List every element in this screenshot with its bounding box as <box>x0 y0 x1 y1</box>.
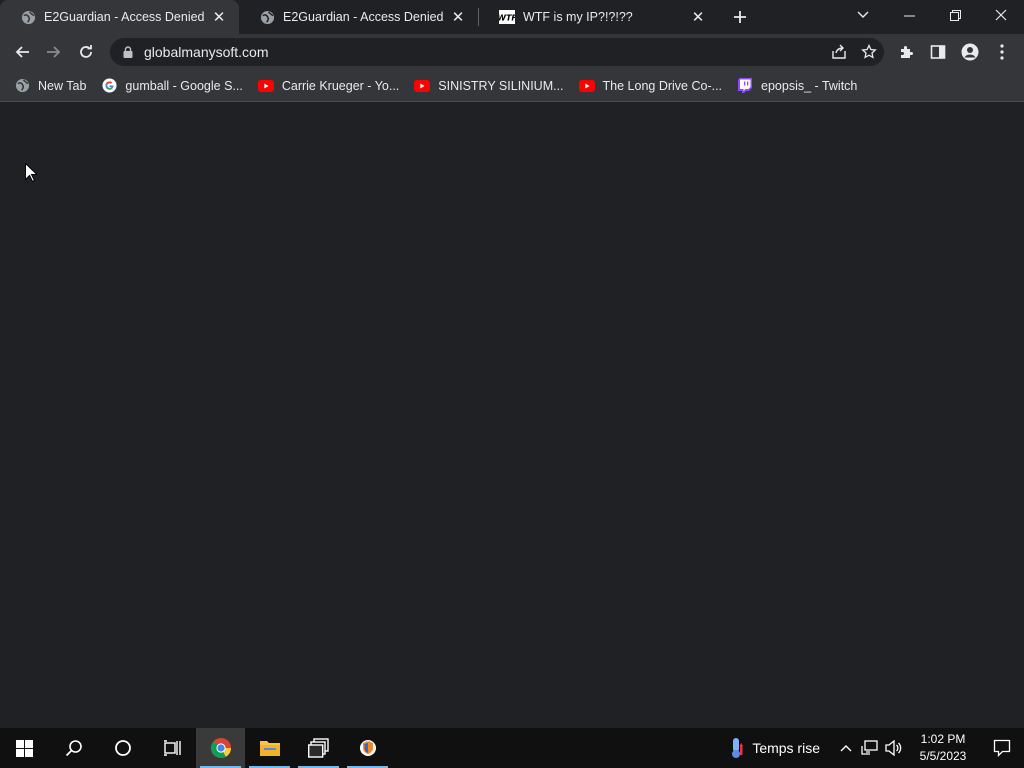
chevron-up-icon <box>840 745 852 752</box>
taskbar-file-explorer[interactable] <box>245 728 294 768</box>
tab-strip: E2Guardian - Access Denied ✕ E2Guardian … <box>0 0 1024 34</box>
close-icon[interactable]: ✕ <box>211 9 227 26</box>
address-bar[interactable]: globalmanysoft.com <box>110 38 884 66</box>
reload-icon <box>80 45 92 58</box>
chevron-down-icon <box>857 11 869 18</box>
bookmark-label: The Long Drive Co-... <box>602 78 723 93</box>
bookmark-label: gumball - Google S... <box>125 78 243 93</box>
bookmark-label: SINISTRY SILINIUM... <box>438 78 564 93</box>
folder-icon <box>259 741 280 756</box>
lock-icon[interactable] <box>120 44 136 60</box>
bookmark-epopsis-twitch[interactable]: epopsis_ - Twitch <box>731 73 865 99</box>
bookmark-new-tab[interactable]: New Tab <box>8 73 94 99</box>
forward-arrow-icon <box>47 46 61 58</box>
taskbar: Temps rise 1:02 PM 5/5/2023 <box>0 728 1024 768</box>
taskbar-chrome[interactable] <box>196 728 245 768</box>
kebab-menu-icon <box>1000 44 1004 60</box>
new-tab-button[interactable] <box>726 3 754 31</box>
clock[interactable]: 1:02 PM 5/5/2023 <box>906 731 980 765</box>
volume-button[interactable] <box>882 728 906 768</box>
share-icon[interactable] <box>824 38 854 66</box>
bookmark-carrie-krueger[interactable]: Carrie Krueger - Yo... <box>252 73 407 99</box>
close-icon[interactable]: ✕ <box>450 9 466 26</box>
tab-search-button[interactable] <box>850 4 876 26</box>
menu-button[interactable] <box>986 36 1018 68</box>
windows-stack-icon <box>307 738 329 758</box>
notification-center-button[interactable] <box>980 728 1024 768</box>
forward-button[interactable] <box>38 36 70 68</box>
task-view-icon <box>163 740 181 756</box>
taskbar-app-shield[interactable] <box>343 728 392 768</box>
youtube-icon <box>578 78 595 94</box>
back-button[interactable] <box>6 36 38 68</box>
tab-0[interactable]: E2Guardian - Access Denied ✕ <box>0 0 239 34</box>
window-controls <box>886 0 1024 30</box>
chrome-icon <box>210 738 231 759</box>
reload-button[interactable] <box>70 36 102 68</box>
svg-text:WTF: WTF <box>499 14 515 23</box>
weather-widget[interactable]: Temps rise <box>730 737 820 759</box>
speaker-icon <box>885 740 902 756</box>
thermometer-icon <box>732 738 744 758</box>
tab-title: E2Guardian - Access Denied <box>44 10 205 24</box>
bookmark-long-drive[interactable]: The Long Drive Co-... <box>573 73 731 99</box>
close-icon[interactable]: ✕ <box>690 9 706 26</box>
search-button[interactable] <box>49 728 98 768</box>
bookmark-label: epopsis_ - Twitch <box>761 78 858 93</box>
shield-app-icon <box>359 740 376 756</box>
tab-title: E2Guardian - Access Denied <box>283 10 444 24</box>
mouse-cursor-icon <box>25 162 39 185</box>
restore-button[interactable] <box>932 0 978 30</box>
youtube-icon <box>257 78 274 94</box>
system-tray: Temps rise 1:02 PM 5/5/2023 <box>730 728 1024 768</box>
cortana-icon <box>114 740 131 756</box>
puzzle-icon <box>901 46 913 58</box>
task-view-button[interactable] <box>147 728 196 768</box>
search-icon <box>65 740 82 757</box>
windows-logo-icon <box>16 739 33 757</box>
twitch-icon <box>737 78 753 94</box>
bookmark-gumball[interactable]: gumball - Google S... <box>95 73 250 99</box>
page-content <box>0 103 1024 728</box>
network-icon <box>861 740 878 755</box>
extensions-button[interactable] <box>890 36 922 68</box>
profile-button[interactable] <box>954 36 986 68</box>
tab-1[interactable]: E2Guardian - Access Denied ✕ <box>239 0 478 34</box>
youtube-icon <box>414 78 431 94</box>
google-icon <box>101 78 117 94</box>
close-window-button[interactable] <box>978 0 1024 30</box>
cortana-button[interactable] <box>98 728 147 768</box>
toolbar: globalmanysoft.com <box>0 34 1024 70</box>
weather-text: Temps rise <box>752 740 820 756</box>
clock-date: 5/5/2023 <box>919 749 967 763</box>
start-button[interactable] <box>0 728 49 768</box>
bookmarks-bar: New Tab gumball - Google S... Carrie Kru… <box>0 70 1024 102</box>
globe-icon <box>20 9 36 25</box>
wtf-icon: WTF <box>499 9 515 25</box>
notification-icon <box>993 739 1011 757</box>
avatar-icon <box>961 43 979 61</box>
minimize-button[interactable] <box>886 0 932 30</box>
globe-icon <box>259 9 275 25</box>
bookmark-star-icon[interactable] <box>854 38 884 66</box>
url-text[interactable]: globalmanysoft.com <box>144 44 824 60</box>
network-button[interactable] <box>858 728 882 768</box>
clock-time: 1:02 PM <box>920 732 966 746</box>
globe-icon <box>14 78 30 94</box>
back-arrow-icon <box>15 46 29 58</box>
side-panel-button[interactable] <box>922 36 954 68</box>
minimize-icon <box>903 15 915 16</box>
tab-2[interactable]: WTF WTF is my IP?!?!?? ✕ <box>479 0 718 34</box>
bookmark-sinistry[interactable]: SINISTRY SILINIUM... <box>408 73 571 99</box>
close-icon <box>995 9 1007 21</box>
restore-icon <box>949 9 961 21</box>
tab-title: WTF is my IP?!?!?? <box>523 10 633 24</box>
bookmark-label: Carrie Krueger - Yo... <box>281 78 400 93</box>
bookmark-label: New Tab <box>38 78 87 93</box>
show-hidden-icons-button[interactable] <box>834 728 858 768</box>
toolbar-actions <box>890 36 1018 68</box>
side-panel-icon <box>930 45 946 59</box>
taskbar-app-windows[interactable] <box>294 728 343 768</box>
